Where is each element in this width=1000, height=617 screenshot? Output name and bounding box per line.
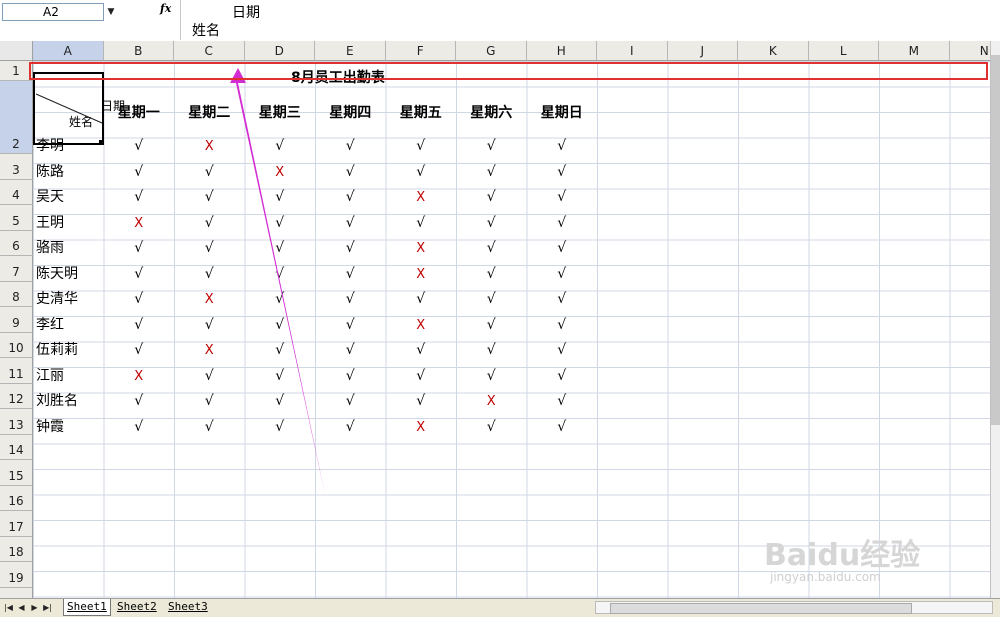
formula-content-line2[interactable]: 姓名 <box>192 20 220 40</box>
last-sheet-icon[interactable]: ▶| <box>42 601 53 614</box>
row-1-highlight-box <box>29 62 988 80</box>
horizontal-scrollbar[interactable] <box>595 601 993 614</box>
sheet-tab-bar: |◀ ◀ ▶ ▶| Sheet1 Sheet2 Sheet3 <box>0 598 1000 617</box>
name-box[interactable]: A2 <box>2 3 104 21</box>
fill-handle[interactable] <box>99 140 104 145</box>
first-sheet-icon[interactable]: |◀ <box>3 601 14 614</box>
tab-sheet1[interactable]: Sheet1 <box>63 599 111 616</box>
selected-cell-a2[interactable] <box>33 72 104 145</box>
name-box-dropdown-icon[interactable]: ▼ <box>104 4 118 20</box>
worksheet-grid: ABCDEFGHIJKLMN 1 2 3 4 5 6 7 8 9 10 11 12 13 14 15 16 17… <box>0 41 990 598</box>
next-sheet-icon[interactable]: ▶ <box>29 601 40 614</box>
vertical-scroll-thumb[interactable] <box>991 55 1000 425</box>
tab-sheet3[interactable]: Sheet3 <box>168 599 208 615</box>
watermark-url: jingyan.baidu.com <box>770 570 881 584</box>
annotation-arrow <box>230 68 326 499</box>
prev-sheet-icon[interactable]: ◀ <box>16 601 27 614</box>
formula-bar-divider <box>180 0 181 40</box>
formula-content-line1[interactable]: 日期 <box>232 2 260 22</box>
annotation-overlay <box>35 68 326 499</box>
watermark-logo: Baidu经验 <box>764 538 921 573</box>
vertical-scrollbar[interactable] <box>990 41 1000 598</box>
horizontal-scroll-thumb[interactable] <box>610 603 912 614</box>
insert-function-icon[interactable]: fx <box>160 2 171 15</box>
formula-bar: A2 ▼ fx 日期 姓名 <box>0 0 1000 42</box>
tab-sheet2[interactable]: Sheet2 <box>117 599 157 615</box>
